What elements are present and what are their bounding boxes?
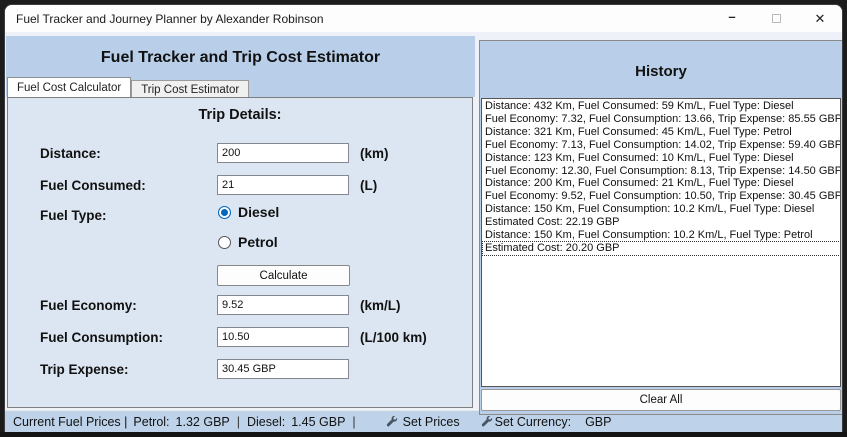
tab-strip: Fuel Cost Calculator Trip Cost Estimator xyxy=(7,77,249,97)
diesel-price-value: 1.45 GBP xyxy=(291,415,345,429)
history-heading: History xyxy=(480,41,842,98)
app-header: Fuel Tracker and Trip Cost Estimator Fue… xyxy=(6,36,475,97)
wrench-icon xyxy=(385,415,398,428)
window-title: Fuel Tracker and Journey Planner by Alex… xyxy=(5,12,710,26)
set-currency-button[interactable]: Set Currency: xyxy=(480,415,571,429)
clear-all-button[interactable]: Clear All xyxy=(481,389,841,411)
history-entry[interactable]: Distance: 150 Km, Fuel Consumption: 10.2… xyxy=(483,229,840,242)
fuel-consumption-input[interactable] xyxy=(217,327,349,347)
radio-petrol-icon[interactable] xyxy=(218,236,231,249)
history-entry[interactable]: Fuel Economy: 9.52, Fuel Consumption: 10… xyxy=(483,190,840,203)
separator: | xyxy=(237,415,240,429)
fuel-economy-input[interactable] xyxy=(217,295,349,315)
distance-input[interactable] xyxy=(217,143,349,163)
distance-unit-label: (km) xyxy=(360,146,389,161)
separator: | xyxy=(352,415,355,429)
history-entry[interactable]: Distance: 321 Km, Fuel Consumed: 45 Km/L… xyxy=(483,126,840,139)
history-entry[interactable]: Fuel Economy: 7.13, Fuel Consumption: 14… xyxy=(483,139,840,152)
petrol-radio-label: Petrol xyxy=(238,234,278,250)
fuel-type-option-petrol[interactable]: Petrol xyxy=(218,234,278,250)
calculate-button[interactable]: Calculate xyxy=(217,265,350,286)
main-content: Fuel Tracker and Trip Cost Estimator Fue… xyxy=(5,32,842,410)
current-fuel-prices-label: Current Fuel Prices | xyxy=(13,415,127,429)
tab-trip-cost-estimator[interactable]: Trip Cost Estimator xyxy=(131,80,249,97)
trip-details-heading: Trip Details: xyxy=(8,107,472,123)
minimize-button[interactable]: – xyxy=(710,5,754,32)
fuel-economy-unit-label: (km/L) xyxy=(360,298,401,313)
history-entry[interactable]: Distance: 200 Km, Fuel Consumed: 21 Km/L… xyxy=(483,177,840,190)
history-entry[interactable]: Estimated Cost: 20.20 GBP xyxy=(483,242,840,255)
history-entry[interactable]: Estimated Cost: 22.19 GBP xyxy=(483,216,840,229)
set-prices-button[interactable]: Set Prices xyxy=(385,415,460,429)
trip-expense-input[interactable] xyxy=(217,359,349,379)
history-list[interactable]: Distance: 432 Km, Fuel Consumed: 59 Km/L… xyxy=(481,98,841,387)
history-panel: History Distance: 432 Km, Fuel Consumed:… xyxy=(479,40,843,415)
currency-value: GBP xyxy=(585,415,611,429)
fuel-cost-calculator-panel: Trip Details: Distance: (km) Fuel Consum… xyxy=(7,97,473,408)
background-taskbar-strip xyxy=(0,432,847,437)
set-prices-label: Set Prices xyxy=(403,415,460,429)
fuel-consumption-unit-label: (L/100 km) xyxy=(360,330,427,345)
distance-label: Distance: xyxy=(40,146,101,161)
minimize-icon: – xyxy=(728,9,735,24)
app-window: Fuel Tracker and Journey Planner by Alex… xyxy=(4,4,843,433)
petrol-price-value: 1.32 GBP xyxy=(176,415,230,429)
history-entry[interactable]: Distance: 150 Km, Fuel Consumption: 10.2… xyxy=(483,203,840,216)
fuel-type-option-diesel[interactable]: Diesel xyxy=(218,204,279,220)
close-button[interactable]: ✕ xyxy=(798,5,842,32)
calculator-column: Fuel Tracker and Trip Cost Estimator Fue… xyxy=(6,32,475,412)
fuel-type-label: Fuel Type: xyxy=(40,208,107,223)
wrench-icon xyxy=(480,415,493,428)
history-entry[interactable]: Distance: 123 Km, Fuel Consumed: 10 Km/L… xyxy=(483,152,840,165)
fuel-consumption-label: Fuel Consumption: xyxy=(40,330,163,345)
page-title: Fuel Tracker and Trip Cost Estimator xyxy=(6,36,475,67)
petrol-price-label: Petrol: xyxy=(133,415,169,429)
history-entry[interactable]: Fuel Economy: 7.32, Fuel Consumption: 13… xyxy=(483,113,840,126)
diesel-price-label: Diesel: xyxy=(247,415,285,429)
trip-expense-label: Trip Expense: xyxy=(40,362,129,377)
maximize-button[interactable] xyxy=(754,5,798,32)
fuel-consumed-unit-label: (L) xyxy=(360,178,377,193)
set-currency-label: Set Currency: xyxy=(495,415,571,429)
maximize-icon xyxy=(772,14,781,23)
diesel-radio-label: Diesel xyxy=(238,204,279,220)
history-entry[interactable]: Fuel Economy: 12.30, Fuel Consumption: 8… xyxy=(483,165,840,178)
title-bar: Fuel Tracker and Journey Planner by Alex… xyxy=(5,5,842,32)
tab-fuel-cost-calculator[interactable]: Fuel Cost Calculator xyxy=(7,77,131,97)
fuel-consumed-label: Fuel Consumed: xyxy=(40,178,146,193)
radio-diesel-icon[interactable] xyxy=(218,206,231,219)
fuel-economy-label: Fuel Economy: xyxy=(40,298,137,313)
fuel-consumed-input[interactable] xyxy=(217,175,349,195)
close-icon: ✕ xyxy=(815,11,826,27)
history-entry[interactable]: Distance: 432 Km, Fuel Consumed: 59 Km/L… xyxy=(483,100,840,113)
